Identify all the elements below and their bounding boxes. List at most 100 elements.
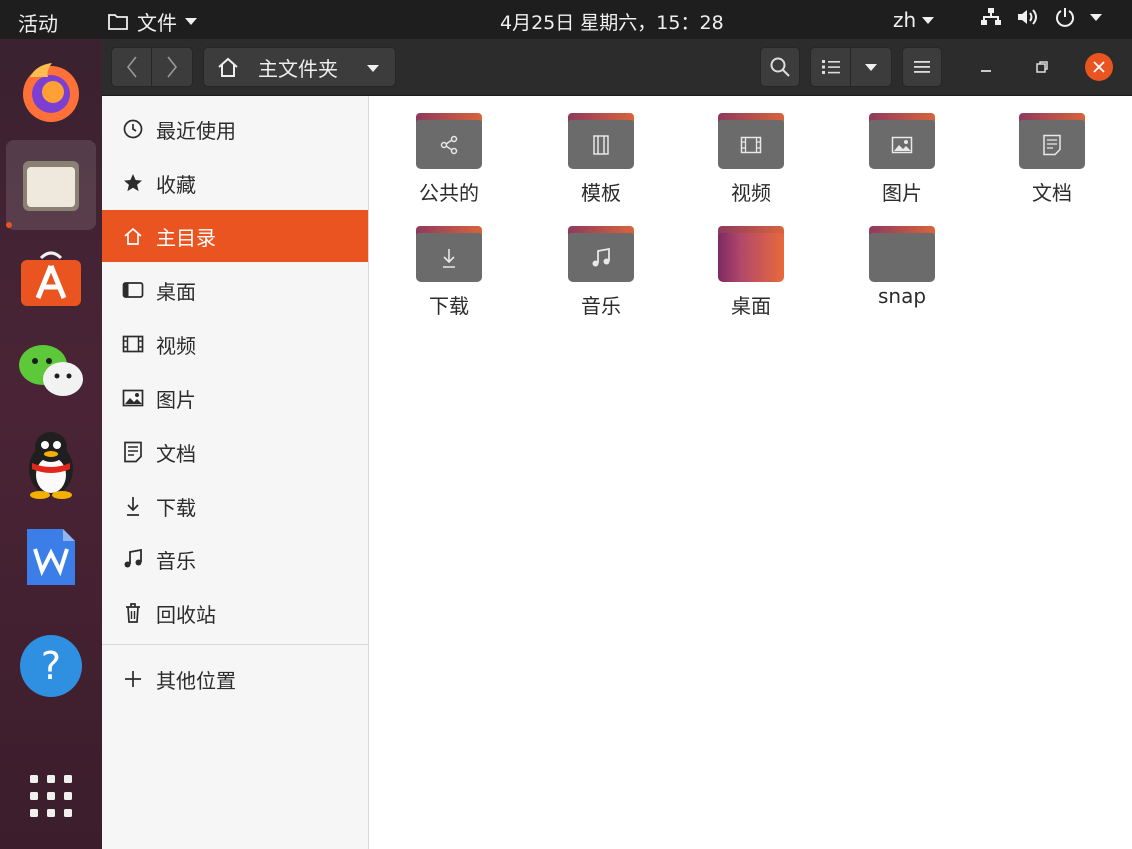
- running-indicator: [6, 222, 12, 228]
- music-icon: [124, 549, 142, 568]
- folder-icon: [869, 222, 935, 282]
- folder-item[interactable]: 音乐: [541, 222, 661, 319]
- wechat-icon[interactable]: [6, 326, 96, 416]
- sidebar-item-pictures[interactable]: 图片: [102, 372, 368, 424]
- folder-name: snap: [877, 284, 927, 308]
- files-icon[interactable]: [6, 140, 96, 230]
- chevron-down-icon: [1090, 13, 1102, 21]
- desktop-icon: [122, 282, 144, 298]
- wps-writer-icon[interactable]: [6, 512, 96, 602]
- picture-icon: [891, 136, 913, 153]
- forward-button[interactable]: [152, 48, 192, 86]
- sidebar-item-label: 最近使用: [156, 118, 236, 143]
- help-icon[interactable]: ?: [6, 621, 96, 711]
- video-icon: [122, 335, 144, 353]
- plus-icon: [125, 671, 141, 687]
- folder-icon: [568, 109, 634, 169]
- folder-item[interactable]: 文档: [992, 109, 1112, 206]
- location-path-button[interactable]: 主文件夹: [203, 47, 396, 87]
- sidebar-item-trash[interactable]: 回收站: [102, 587, 368, 639]
- sidebar-item-recent[interactable]: 最近使用: [102, 103, 368, 155]
- restore-icon: [1036, 61, 1048, 73]
- dock: ?: [0, 39, 102, 849]
- close-icon: [1093, 61, 1105, 73]
- system-tray[interactable]: [980, 6, 1102, 28]
- hamburger-menu-icon: [914, 61, 930, 73]
- list-view-button[interactable]: [811, 48, 852, 86]
- folder-outline-icon: [108, 13, 128, 30]
- search-button[interactable]: [760, 47, 800, 87]
- sidebar-item-videos[interactable]: 视频: [102, 318, 368, 370]
- folder-item[interactable]: 下载: [389, 222, 509, 319]
- desktop-folder-icon: [718, 222, 784, 282]
- sidebar-item-home[interactable]: 主目录: [102, 210, 368, 262]
- folder-icon: [568, 222, 634, 282]
- video-icon: [740, 136, 762, 153]
- clock[interactable]: 4月25日 星期六，15：28: [500, 8, 724, 35]
- folder-item[interactable]: 图片: [842, 109, 962, 206]
- view-buttons: [810, 47, 892, 87]
- search-icon: [770, 57, 790, 77]
- back-button[interactable]: [112, 48, 152, 86]
- minimize-icon: [981, 70, 991, 72]
- chevron-down-icon: [865, 63, 877, 71]
- firefox-icon[interactable]: [6, 47, 96, 137]
- folder-item[interactable]: 视频: [691, 109, 811, 206]
- folder-name: 文档: [1032, 181, 1072, 205]
- folder-item[interactable]: 桌面: [691, 222, 811, 319]
- qq-icon[interactable]: [6, 419, 96, 509]
- sidebar-item-label: 回收站: [156, 602, 216, 627]
- sidebar-item-label: 桌面: [156, 279, 196, 304]
- sidebar-item-label: 收藏: [156, 172, 196, 197]
- app-menu[interactable]: 文件: [107, 7, 197, 36]
- folder-item[interactable]: 模板: [541, 109, 661, 206]
- minimize-button[interactable]: [972, 53, 1000, 81]
- template-icon: [593, 134, 609, 155]
- chevron-right-icon: [167, 56, 178, 78]
- activities-button[interactable]: 活动: [18, 8, 58, 37]
- download-icon: [443, 248, 455, 268]
- sidebar-divider: [102, 644, 368, 645]
- sidebar-item-label: 图片: [156, 387, 196, 412]
- sidebar-item-label: 视频: [156, 333, 196, 358]
- list-view-icon: [821, 60, 840, 74]
- file-view: 公共的 模板 视频 图片 文档 下载 音乐 桌面 snap: [370, 96, 1132, 849]
- folder-item[interactable]: snap: [842, 222, 962, 308]
- sidebar-item-label: 主目录: [156, 225, 216, 250]
- sidebar-item-starred[interactable]: 收藏: [102, 157, 368, 209]
- document-icon: [1043, 134, 1061, 155]
- folder-icon: [718, 109, 784, 169]
- sidebar-item-music[interactable]: 音乐: [102, 533, 368, 585]
- svg-text:?: ?: [41, 644, 61, 688]
- sidebar-item-desktop[interactable]: 桌面: [102, 264, 368, 316]
- app-menu-label: 文件: [137, 11, 177, 35]
- maximize-button[interactable]: [1028, 53, 1056, 81]
- clock-icon: [123, 119, 143, 139]
- main-menu-button[interactable]: [902, 47, 942, 87]
- close-button[interactable]: [1085, 53, 1113, 81]
- folder-icon: [416, 109, 482, 169]
- folder-icon: [1019, 109, 1085, 169]
- star-icon: [124, 174, 142, 192]
- folder-icon: [416, 222, 482, 282]
- show-apps-icon[interactable]: [6, 751, 96, 841]
- sidebar-item-label: 音乐: [156, 548, 196, 573]
- folder-item[interactable]: 公共的: [389, 109, 509, 206]
- view-options-button[interactable]: [851, 48, 891, 86]
- software-center-icon[interactable]: [6, 233, 96, 323]
- places-sidebar: 最近使用 收藏 主目录 桌面 视频 图片 文档 下载 音乐 回收站 其他位置: [102, 96, 369, 849]
- chevron-down-icon: [367, 65, 379, 72]
- sidebar-item-downloads[interactable]: 下载: [102, 480, 368, 532]
- home-icon: [218, 57, 238, 77]
- folder-icon: [869, 109, 935, 169]
- file-manager-window: 主文件夹 最近使用 收藏 主目录 桌面 视频 图片 文档 下载 音乐 回收站 其…: [102, 39, 1132, 849]
- input-method-menu[interactable]: zh: [893, 8, 935, 32]
- folder-name: 音乐: [581, 294, 621, 318]
- volume-icon: [1018, 9, 1037, 25]
- chevron-down-icon: [185, 18, 197, 25]
- sidebar-item-other-locations[interactable]: 其他位置: [102, 653, 368, 705]
- power-icon: [1056, 8, 1074, 27]
- sidebar-item-documents[interactable]: 文档: [102, 426, 368, 478]
- home-icon: [124, 227, 142, 245]
- document-icon: [124, 441, 142, 463]
